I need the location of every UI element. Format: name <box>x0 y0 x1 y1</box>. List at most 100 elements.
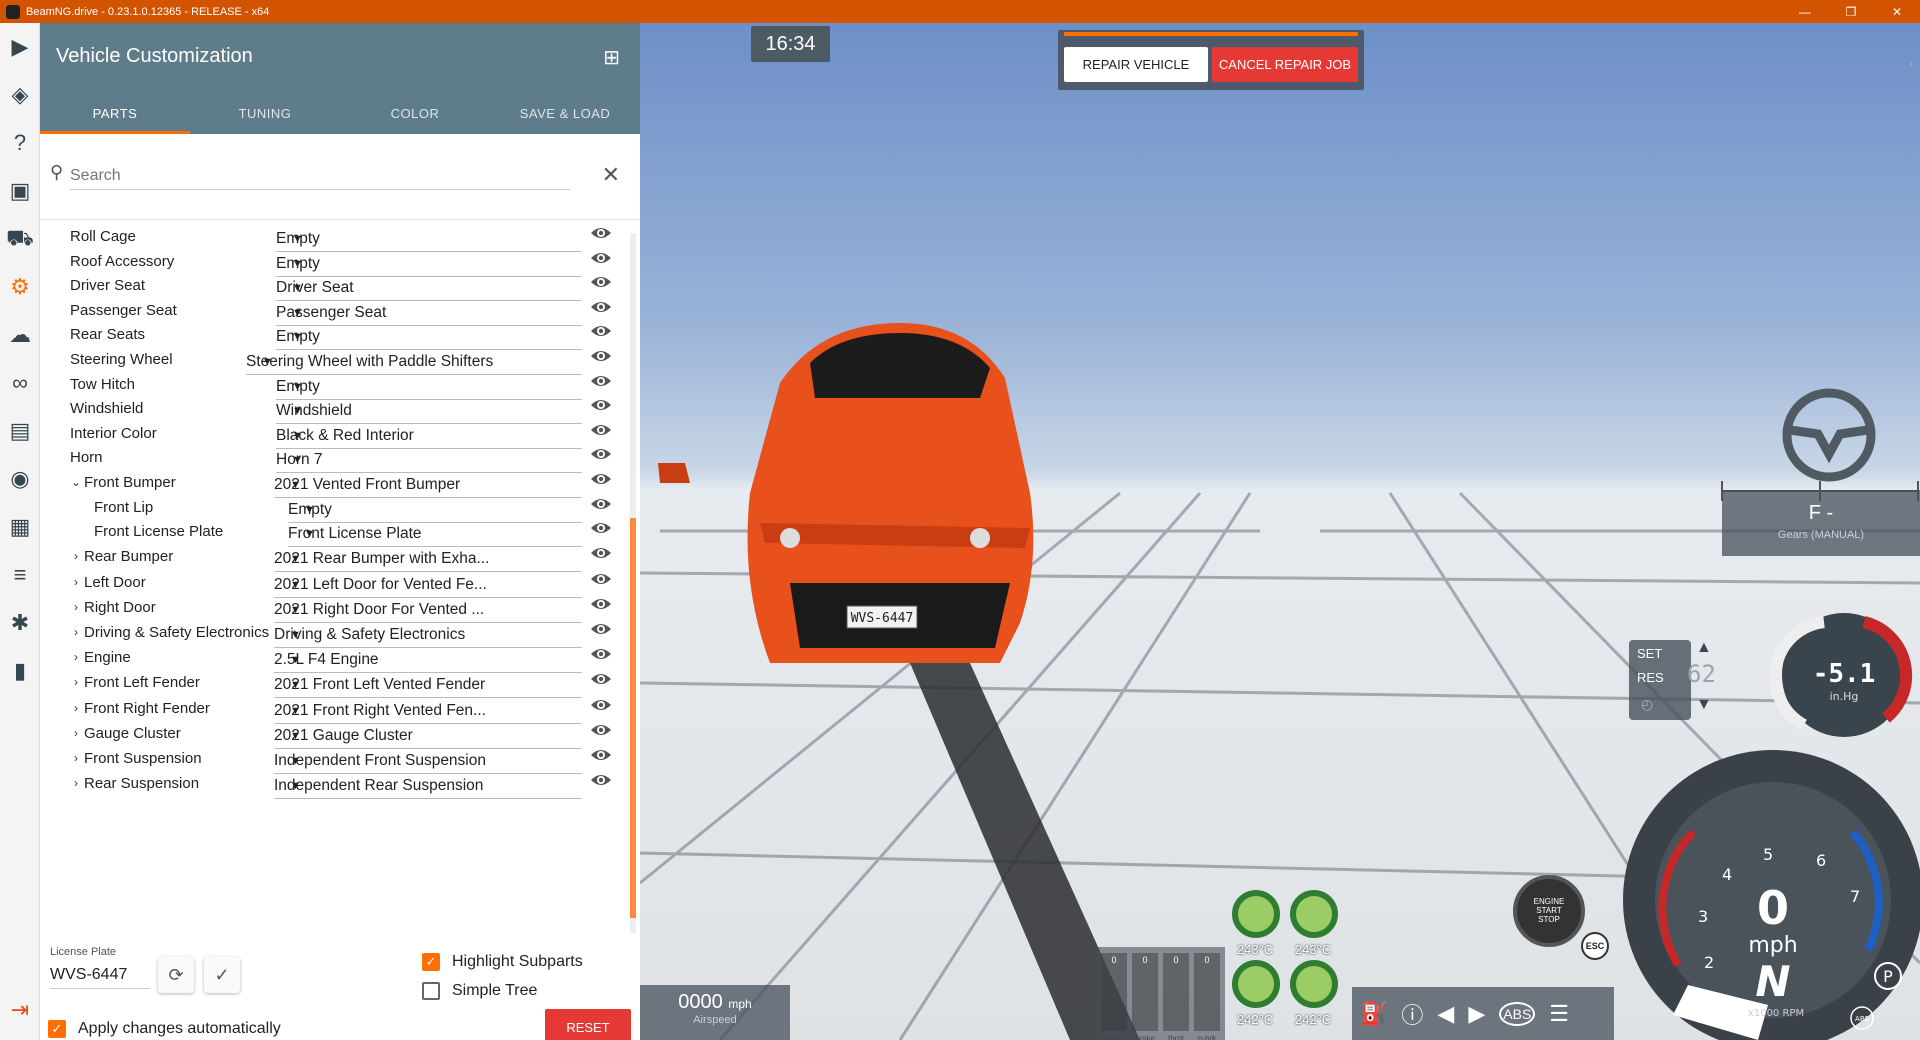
visibility-eye-icon[interactable] <box>590 348 612 364</box>
airspeed-display: 0000 mph Airspeed <box>640 985 790 1040</box>
visibility-eye-icon[interactable] <box>590 571 612 587</box>
visibility-eye-icon[interactable] <box>590 250 612 266</box>
visibility-eye-icon[interactable] <box>590 520 612 536</box>
cruise-clock-icon: ◴ <box>1641 696 1654 712</box>
visibility-eye-icon[interactable] <box>590 671 612 687</box>
cruise-set-button[interactable]: SET <box>1637 646 1662 661</box>
part-name: Gauge Cluster <box>84 724 181 742</box>
pedal-bars: 0 clutch 0 brake 0 throt 0 p-brk <box>1097 947 1225 1040</box>
expand-chevron-icon[interactable]: › <box>70 751 82 765</box>
part-name: Front Left Fender <box>84 674 200 692</box>
headlight-icon: ☰ <box>1549 1000 1570 1026</box>
visibility-eye-icon[interactable] <box>590 722 612 738</box>
expand-chevron-icon[interactable]: › <box>70 675 82 689</box>
expand-chevron-icon[interactable]: › <box>70 549 82 563</box>
export-icon[interactable]: ⊞ <box>603 45 620 70</box>
options-icon[interactable]: ≡ <box>0 551 40 599</box>
part-name: Rear Seats <box>70 326 146 344</box>
visibility-eye-icon[interactable] <box>590 373 612 389</box>
part-name: Interior Color <box>70 424 157 442</box>
replay-icon[interactable]: ▤ <box>0 407 40 455</box>
expand-chevron-icon[interactable]: › <box>70 726 82 740</box>
randomize-plate-icon[interactable]: ⟳ <box>158 957 194 993</box>
game-viewport[interactable]: WVS-6447 16:34 REPAIR VEHICLE CANCEL REP… <box>640 23 1920 1040</box>
visibility-eye-icon[interactable] <box>590 422 612 438</box>
tab-tuning[interactable]: TUNING <box>190 93 340 134</box>
minimize-button[interactable]: — <box>1782 0 1828 23</box>
expand-chevron-icon[interactable]: › <box>70 701 82 715</box>
cruise-res-button[interactable]: RES <box>1637 670 1664 685</box>
visibility-eye-icon[interactable] <box>590 299 612 315</box>
vehicle-icon[interactable]: ⛟ <box>0 215 40 263</box>
license-plate-input[interactable] <box>50 961 150 989</box>
visibility-eye-icon[interactable] <box>590 471 612 487</box>
reset-button[interactable]: RESET <box>545 1009 631 1040</box>
panel-tabs: PARTS TUNING COLOR SAVE & LOAD <box>40 93 640 134</box>
visibility-eye-icon[interactable] <box>590 646 612 662</box>
exit-icon[interactable]: ⇥ <box>0 986 40 1034</box>
airspeed-unit: mph <box>728 997 752 1011</box>
vehicle-config-icon[interactable]: ⚙ <box>0 263 40 311</box>
performance-icon[interactable]: ▮ <box>0 647 40 695</box>
tab-parts[interactable]: PARTS <box>40 93 190 134</box>
maximize-button[interactable]: ❐ <box>1828 0 1874 23</box>
search-input[interactable] <box>70 162 570 190</box>
scrollbar-thumb[interactable] <box>630 518 636 918</box>
apply-plate-icon[interactable]: ✓ <box>204 957 240 993</box>
visibility-eye-icon[interactable] <box>590 274 612 290</box>
simple-tree-checkbox[interactable]: Simple Tree <box>422 982 537 1000</box>
engine-start-stop-button[interactable]: ENGINE START STOP <box>1513 875 1585 947</box>
debug-icon[interactable]: ✱ <box>0 599 40 647</box>
expand-chevron-icon[interactable]: › <box>70 575 82 589</box>
speed-value: 0 <box>1757 881 1789 935</box>
environment-icon[interactable]: ☁ <box>0 311 40 359</box>
pedal-clutch: 0 clutch <box>1101 953 1127 1040</box>
expand-chevron-icon[interactable]: › <box>70 625 82 639</box>
dropdown-arrow-icon: ▼ <box>290 603 301 616</box>
visibility-eye-icon[interactable] <box>590 772 612 788</box>
dropdown-arrow-icon: ▼ <box>292 454 303 467</box>
tab-save-load[interactable]: SAVE & LOAD <box>490 93 640 134</box>
expand-chevron-icon[interactable]: › <box>70 650 82 664</box>
abs-icon: ABS <box>1855 1015 1869 1023</box>
play-icon[interactable]: ▶ <box>0 23 40 71</box>
expand-chevron-icon[interactable]: › <box>70 600 82 614</box>
part-name: Passenger Seat <box>70 301 177 319</box>
visibility-eye-icon[interactable] <box>590 225 612 241</box>
visibility-eye-icon[interactable] <box>590 697 612 713</box>
visibility-eye-icon[interactable] <box>590 621 612 637</box>
apps-icon[interactable]: ▦ <box>0 503 40 551</box>
esc-button[interactable]: ESC <box>1581 932 1609 960</box>
parts-scrollbar[interactable] <box>630 233 636 933</box>
panel-header: Vehicle Customization ⊞ PARTS TUNING COL… <box>40 23 640 134</box>
track-builder-icon[interactable]: ∞ <box>0 359 40 407</box>
clear-search-icon[interactable]: ✕ <box>602 162 620 188</box>
visibility-eye-icon[interactable] <box>590 323 612 339</box>
collapse-chevron-icon[interactable]: ⌄ <box>70 475 82 489</box>
highlight-subparts-checkbox[interactable]: ✓ Highlight Subparts <box>422 953 583 971</box>
search-icon: ⚲ <box>50 162 64 182</box>
gear-value: F - <box>1808 502 1834 524</box>
cruise-down-icon[interactable]: ▼ <box>1696 696 1712 714</box>
cancel-repair-button[interactable]: CANCEL REPAIR JOB <box>1212 47 1358 82</box>
layers-icon[interactable]: ◈ <box>0 71 40 119</box>
photo-mode-icon[interactable]: ◉ <box>0 455 40 503</box>
scenario-icon[interactable]: ▣ <box>0 167 40 215</box>
collapse-arrow-icon[interactable]: ‹ <box>1909 55 1914 73</box>
visibility-eye-icon[interactable] <box>590 545 612 561</box>
visibility-eye-icon[interactable] <box>590 596 612 612</box>
close-button[interactable]: ✕ <box>1874 0 1920 23</box>
tire-temps: 243°C 243°C 242°C 242°C <box>1230 890 1350 1040</box>
expand-chevron-icon[interactable]: › <box>70 776 82 790</box>
dropdown-arrow-icon: ▼ <box>292 405 303 418</box>
help-icon[interactable]: ? <box>0 119 40 167</box>
visibility-eye-icon[interactable] <box>590 496 612 512</box>
visibility-eye-icon[interactable] <box>590 446 612 462</box>
apply-automatically-checkbox[interactable]: ✓ Apply changes automatically <box>48 1020 281 1038</box>
visibility-eye-icon[interactable] <box>590 397 612 413</box>
part-select[interactable]: Independent Rear Suspension ▼ <box>274 777 582 800</box>
cruise-up-icon[interactable]: ▲ <box>1696 639 1712 657</box>
repair-vehicle-button[interactable]: REPAIR VEHICLE <box>1064 47 1208 82</box>
visibility-eye-icon[interactable] <box>590 747 612 763</box>
tab-color[interactable]: COLOR <box>340 93 490 134</box>
